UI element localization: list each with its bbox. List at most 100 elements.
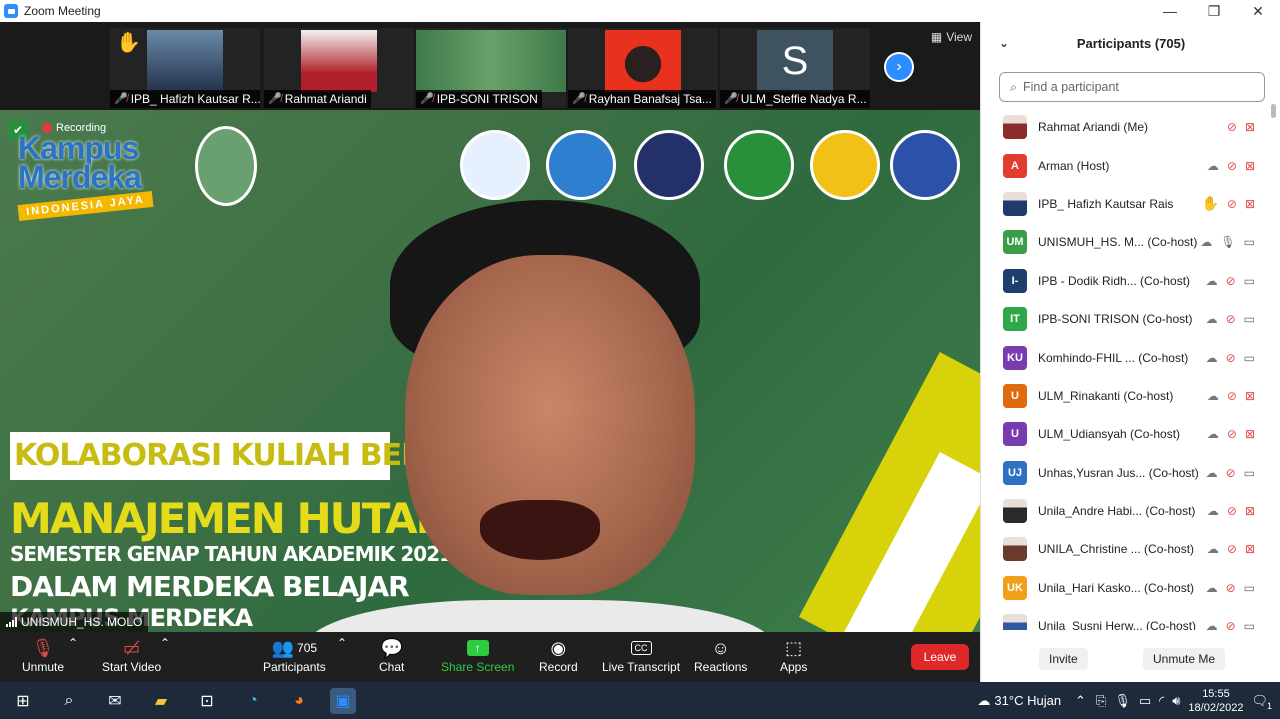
- share-screen-button[interactable]: ↑ Share Screen: [441, 636, 514, 674]
- university-logo: [634, 130, 704, 200]
- notification-count: 1: [1266, 700, 1272, 711]
- record-button[interactable]: ◉ Record: [539, 636, 578, 675]
- participant-row[interactable]: UK Unila_Hari Kasko... (Co-host) ☁ ⊘ ▭: [981, 569, 1273, 607]
- video-thumb[interactable]: S 🎤̸ ULM_Steffie Nadya R...: [720, 28, 870, 108]
- mic-off-icon: ⊘: [1226, 504, 1237, 519]
- participant-row[interactable]: Rahmat Ariandi (Me) ⊘ ⊠: [981, 108, 1273, 146]
- camera-off-icon: ⊠: [1244, 388, 1255, 403]
- mic-off-icon: ⊘: [1225, 273, 1236, 288]
- participant-status-icons: ☁ ⊘ ⊠: [1207, 504, 1255, 518]
- mail-icon[interactable]: ✉: [102, 688, 128, 714]
- volume-icon[interactable]: 🔊︎: [1172, 693, 1180, 709]
- participant-avatar: S: [757, 30, 833, 92]
- share-screen-icon: ↑: [466, 640, 489, 656]
- restore-icon[interactable]: ❐: [1192, 0, 1236, 22]
- kampus-merdeka-logo: Kampus Merdeka INDONESIA JAYA: [17, 130, 178, 222]
- start-video-button[interactable]: ▭̸ Start Video: [102, 636, 161, 675]
- video-thumb[interactable]: 🎤̸ Rayhan Banafsaj Tsa...: [568, 28, 718, 108]
- mic-off-icon: ⊘: [1226, 120, 1237, 135]
- participant-name: IPB - Dodik Ridh... (Co-host): [1038, 273, 1191, 288]
- unmute-me-button[interactable]: Unmute Me: [1143, 648, 1226, 670]
- thumb-name: 🎤̸ Rahmat Ariandi: [264, 90, 371, 108]
- camera-icon: ▭: [1243, 350, 1255, 365]
- leave-button[interactable]: Leave: [911, 644, 969, 670]
- firefox-icon[interactable]: ◕: [286, 688, 312, 714]
- cloud-recording-icon: ☁: [1206, 158, 1219, 173]
- participant-row[interactable]: I- IPB - Dodik Ridh... (Co-host) ☁ ⊘ ▭: [981, 262, 1273, 300]
- cloud-recording-icon: ☁: [1206, 388, 1219, 403]
- participants-button[interactable]: 👥 705 Participants: [263, 636, 326, 675]
- view-button[interactable]: ▦ View: [931, 30, 972, 44]
- participant-row[interactable]: UNILA_Christine ... (Co-host) ☁ ⊘ ⊠: [981, 530, 1273, 568]
- university-logo: [546, 130, 616, 200]
- participant-photo: [1003, 614, 1027, 630]
- speaker-shirt: [305, 600, 775, 632]
- mic-icon[interactable]: 🎙︎: [1114, 693, 1131, 709]
- mic-off-icon: ⊘: [1226, 427, 1237, 442]
- audio-options-caret[interactable]: ⌃: [68, 636, 78, 650]
- chevron-down-icon[interactable]: ⌄: [999, 36, 1009, 50]
- thumb-name: 🎤̸ ULM_Steffie Nadya R...: [720, 90, 870, 108]
- participant-photo: [1003, 191, 1027, 216]
- participant-name: Unila_Susni Herw... (Co-host): [1038, 619, 1197, 630]
- system-tray: ☁ 31°C Hujan ⌃ ⎘ 🎙︎ ▭ ◜ 🔊︎ 15:55 18/02/2…: [977, 682, 1280, 719]
- search-input[interactable]: ⌕ Find a participant: [999, 72, 1265, 102]
- participant-row[interactable]: UJ Unhas,Yusran Jus... (Co-host) ☁ ⊘ ▭: [981, 454, 1273, 492]
- participant-row[interactable]: U ULM_Rinakanti (Co-host) ☁ ⊘ ⊠: [981, 377, 1273, 415]
- participant-row[interactable]: Unila_Susni Herw... (Co-host) ☁ ⊘ ▭: [981, 607, 1273, 630]
- active-speaker-video: ✔ Recording Kampus Merdeka INDONESIA JAY…: [0, 110, 980, 632]
- invite-button[interactable]: Invite: [1039, 648, 1088, 670]
- participant-video: [147, 30, 223, 92]
- battery-icon[interactable]: ▭: [1139, 693, 1151, 709]
- store-icon[interactable]: ⊡: [194, 688, 220, 714]
- participant-row[interactable]: Unila_Andre Habi... (Co-host) ☁ ⊘ ⊠: [981, 492, 1273, 530]
- participant-status-icons: ⊘ ⊠: [1227, 120, 1255, 134]
- participant-row[interactable]: U ULM_Udiansyah (Co-host) ☁ ⊘ ⊠: [981, 415, 1273, 453]
- next-page-button[interactable]: ›: [884, 52, 914, 82]
- cloud-recording-icon: ☁: [1200, 235, 1213, 250]
- camera-off-icon: ⊠: [1244, 120, 1255, 135]
- participant-row[interactable]: A Arman (Host) ☁ ⊘ ⊠: [981, 146, 1273, 184]
- apps-button[interactable]: ⬚ Apps: [780, 636, 807, 675]
- weather-text[interactable]: 31°C Hujan: [994, 693, 1061, 708]
- participant-row[interactable]: UM UNISMUH_HS. M... (Co-host) ☁ 🎙︎ ▭: [981, 223, 1273, 261]
- video-options-caret[interactable]: ⌃: [160, 636, 170, 650]
- chevron-up-icon[interactable]: ⌃: [1075, 693, 1086, 709]
- zoom-taskbar-icon[interactable]: ▣: [330, 688, 356, 714]
- unmute-button[interactable]: 🎙︎ Unmute: [22, 636, 64, 675]
- chat-button[interactable]: 💬 Chat: [379, 636, 404, 675]
- participants-options-caret[interactable]: ⌃: [337, 636, 347, 650]
- banner-title: KOLABORASI KULIAH BERSA: [10, 432, 467, 480]
- notification-icon[interactable]: 🗨︎ 1: [1251, 693, 1272, 711]
- minimize-icon[interactable]: —: [1148, 0, 1192, 22]
- university-logo: [890, 130, 960, 200]
- windows-start-icon[interactable]: ⊞: [10, 688, 36, 714]
- meet-now-icon[interactable]: ⎘: [1096, 693, 1106, 709]
- participant-name: Komhindo-FHIL ... (Co-host): [1038, 350, 1189, 365]
- wifi-icon[interactable]: ◜: [1159, 693, 1164, 709]
- participant-status-icons: ☁ ⊘ ▭: [1206, 312, 1255, 326]
- participant-status-icons: ☁ ⊘ ▭: [1206, 351, 1255, 365]
- participant-row[interactable]: IPB_ Hafizh Kautsar Rais ✋ ⊘ ⊠: [981, 185, 1273, 223]
- participant-status-icons: ☁ ⊘ ⊠: [1207, 427, 1255, 441]
- participant-row[interactable]: IT IPB-SONI TRISON (Co-host) ☁ ⊘ ▭: [981, 300, 1273, 338]
- scrollbar[interactable]: [1271, 104, 1276, 630]
- participant-avatar: U: [1003, 383, 1027, 408]
- live-transcript-button[interactable]: CC Live Transcript: [602, 636, 680, 674]
- speaker-mouth: [480, 500, 600, 560]
- participant-avatar: I-: [1003, 268, 1027, 293]
- close-icon[interactable]: ✕: [1236, 0, 1280, 22]
- participant-name: UNISMUH_HS. M... (Co-host): [1038, 235, 1198, 250]
- scrollbar-thumb[interactable]: [1271, 104, 1276, 118]
- reactions-button[interactable]: ☺ Reactions: [694, 636, 747, 675]
- video-thumb[interactable]: 🎤̸ Rahmat Ariandi: [264, 28, 414, 108]
- search-icon[interactable]: ⌕: [56, 688, 82, 714]
- file-explorer-icon[interactable]: ▰: [148, 688, 174, 714]
- clock[interactable]: 15:55 18/02/2022: [1188, 687, 1243, 715]
- video-thumb[interactable]: 🎤̸ IPB-SONI TRISON: [416, 28, 566, 108]
- edge-icon[interactable]: ◔: [240, 688, 266, 714]
- cloud-recording-icon: ☁: [1206, 542, 1219, 557]
- thumb-name: 🎤̸ Rayhan Banafsaj Tsa...: [568, 90, 716, 108]
- mic-off-icon: ⊘: [1226, 196, 1237, 211]
- participant-row[interactable]: KU Komhindo-FHIL ... (Co-host) ☁ ⊘ ▭: [981, 338, 1273, 376]
